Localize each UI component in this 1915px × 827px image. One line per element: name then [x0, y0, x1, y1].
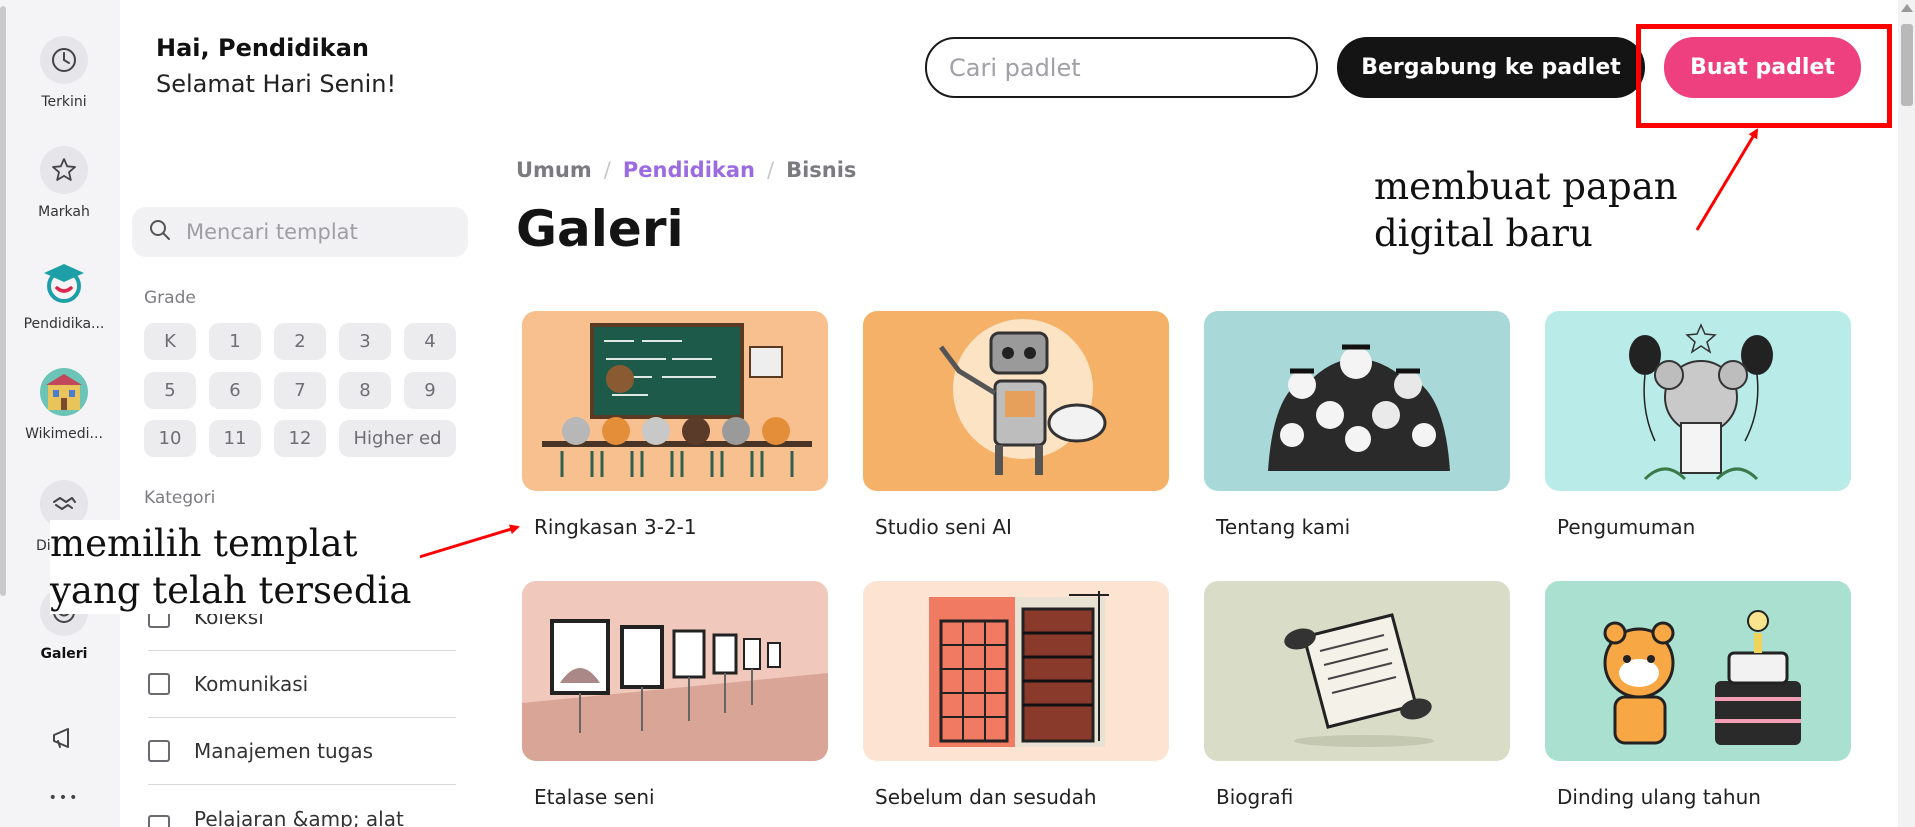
arrow-to-create-button [1695, 128, 1759, 231]
annotation-template-note: memilih templat yang telah tersedia [50, 520, 420, 614]
arrow-to-first-template [415, 524, 520, 560]
annotation-arrows [415, 128, 1759, 560]
annotation-create-note: membuat papan digital baru [1374, 163, 1678, 257]
annotation-line: membuat papan [1374, 165, 1678, 208]
annotation-line: yang telah tersedia [50, 569, 412, 612]
annotation-line: memilih templat [50, 522, 358, 565]
annotation-line: digital baru [1374, 212, 1593, 255]
